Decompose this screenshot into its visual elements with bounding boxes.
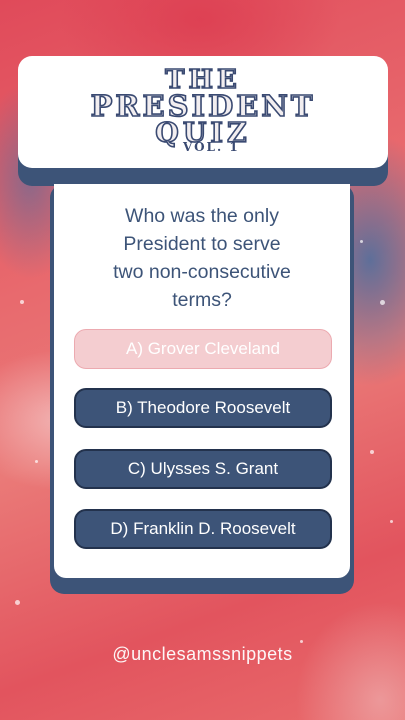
volume-label: VOL. 1: [183, 140, 240, 154]
question-line: two non-consecutive: [113, 261, 291, 283]
answer-option-a[interactable]: A) Grover Cleveland: [74, 329, 332, 369]
answer-option-label: A) Grover Cleveland: [125, 339, 280, 358]
social-handle: @unclesamssnippets: [112, 644, 293, 664]
answer-option-b[interactable]: B) Theodore Roosevelt: [74, 388, 332, 428]
question-line: terms?: [172, 289, 232, 311]
question-line: Who was the only: [125, 205, 279, 227]
title-line-2: PRESIDENT: [90, 89, 316, 123]
answer-option-label: C) Ulysses S. Grant: [127, 459, 279, 478]
title-card: THE PRESIDENT QUIZ VOL. 1: [18, 56, 388, 168]
answer-option-label: D) Franklin D. Roosevelt: [110, 519, 296, 538]
answer-option-d[interactable]: D) Franklin D. Roosevelt: [74, 509, 332, 549]
question-text: Who was the only President to serve two …: [54, 202, 350, 314]
question-line: President to serve: [123, 233, 281, 255]
question-card: Who was the only President to serve two …: [54, 184, 350, 578]
answer-option-c[interactable]: C) Ulysses S. Grant: [74, 449, 332, 489]
answer-option-label: B) Theodore Roosevelt: [115, 398, 291, 417]
